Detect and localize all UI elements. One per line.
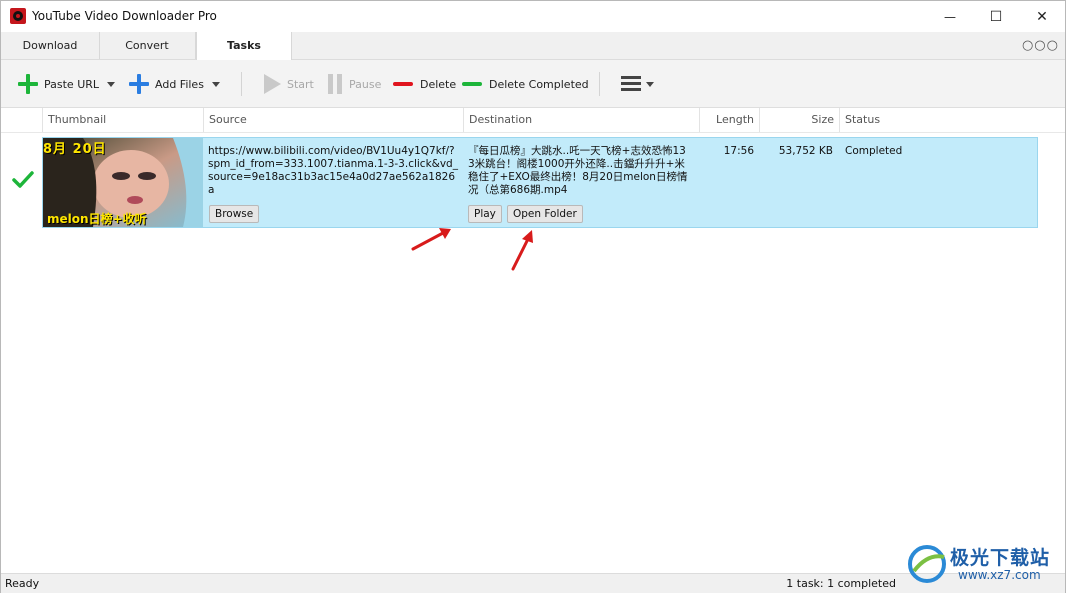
watermark-url: www.xz7.com bbox=[958, 568, 1041, 582]
column-header-destination[interactable]: Destination bbox=[463, 108, 699, 132]
add-files-label: Add Files bbox=[155, 77, 204, 91]
maximize-button[interactable]: ☐ bbox=[973, 1, 1019, 32]
video-thumbnail: 8月 20日 melon日榜+收听 bbox=[43, 138, 203, 227]
annotation-arrow-icon bbox=[511, 230, 533, 271]
minus-icon bbox=[393, 82, 413, 86]
delete-completed-label: Delete Completed bbox=[489, 77, 589, 91]
tab-tasks[interactable]: Tasks bbox=[196, 32, 292, 60]
hamburger-menu-icon bbox=[621, 76, 641, 92]
task-summary: 1 task: 1 completed bbox=[786, 577, 896, 590]
destination-filename: 『每日瓜榜』大跳水..吒一天飞榜+志效恐怖133米跳台！阁楼1000开外还降..… bbox=[468, 145, 688, 196]
minimize-button[interactable]: — bbox=[927, 1, 973, 32]
close-button[interactable]: ✕ bbox=[1019, 1, 1065, 32]
status-text: Ready bbox=[5, 577, 40, 590]
start-label: Start bbox=[287, 77, 314, 91]
minimize-icon: — bbox=[944, 9, 956, 24]
close-icon: ✕ bbox=[1036, 8, 1048, 25]
tab-download[interactable]: Download bbox=[1, 32, 100, 59]
app-window: YouTube Video Downloader Pro — ☐ ✕ Downl… bbox=[0, 0, 1066, 593]
open-folder-button[interactable]: Open Folder bbox=[507, 205, 583, 223]
column-header-source[interactable]: Source bbox=[203, 108, 463, 132]
table-row[interactable]: 8月 20日 melon日榜+收听 https://www.bilibili.c… bbox=[42, 137, 1038, 228]
column-header-size[interactable]: Size bbox=[759, 108, 839, 132]
paste-url-button[interactable]: Paste URL bbox=[18, 73, 99, 95]
app-logo-icon bbox=[10, 8, 26, 24]
tab-convert[interactable]: Convert bbox=[99, 32, 196, 59]
paste-url-label: Paste URL bbox=[44, 77, 100, 91]
browse-button[interactable]: Browse bbox=[209, 205, 260, 223]
pause-button[interactable]: Pause bbox=[327, 73, 381, 95]
chevron-down-icon bbox=[646, 81, 654, 87]
thumbnail-caption-bottom: melon日榜+收听 bbox=[47, 212, 147, 226]
plus-icon bbox=[18, 74, 38, 94]
minus-icon bbox=[462, 82, 482, 86]
pause-icon bbox=[327, 74, 343, 94]
add-files-button[interactable]: Add Files bbox=[129, 73, 204, 95]
plus-icon bbox=[129, 74, 149, 94]
start-button[interactable]: Start bbox=[264, 73, 314, 95]
window-title: YouTube Video Downloader Pro bbox=[32, 9, 217, 23]
column-header-status[interactable]: Status bbox=[839, 108, 1039, 132]
add-files-dropdown[interactable] bbox=[212, 73, 220, 95]
watermark-logo-icon bbox=[908, 545, 946, 583]
toolbar-divider bbox=[599, 72, 600, 96]
play-icon bbox=[264, 74, 281, 94]
paste-url-dropdown[interactable] bbox=[107, 73, 115, 95]
pause-label: Pause bbox=[349, 77, 382, 91]
annotation-arrow-icon bbox=[411, 228, 451, 251]
delete-label: Delete bbox=[420, 77, 457, 91]
delete-completed-button[interactable]: Delete Completed bbox=[462, 73, 589, 95]
maximize-icon: ☐ bbox=[989, 8, 1003, 25]
delete-button[interactable]: Delete bbox=[393, 73, 456, 95]
column-header-thumbnail[interactable]: Thumbnail bbox=[42, 108, 203, 132]
toolbar: Paste URL Add Files Start Pause Delete D… bbox=[1, 60, 1065, 108]
thumbnail-caption-top: 8月 20日 bbox=[43, 142, 107, 157]
column-header-length[interactable]: Length bbox=[699, 108, 759, 132]
tab-strip: Download Convert Tasks ○○○ bbox=[1, 32, 1065, 60]
more-options-icon[interactable]: ○○○ bbox=[1022, 38, 1059, 53]
play-button[interactable]: Play bbox=[468, 205, 502, 223]
watermark: 极光下载站 www.xz7.com bbox=[906, 541, 1062, 591]
chevron-down-icon bbox=[107, 81, 115, 87]
table-header: Thumbnail Source Destination Length Size… bbox=[1, 108, 1065, 133]
watermark-name: 极光下载站 bbox=[950, 547, 1051, 569]
checkmark-icon bbox=[12, 171, 34, 188]
title-bar: YouTube Video Downloader Pro — ☐ ✕ bbox=[1, 1, 1065, 32]
chevron-down-icon bbox=[212, 81, 220, 87]
source-url: https://www.bilibili.com/video/BV1Uu4y1Q… bbox=[208, 145, 458, 196]
length-value: 17:56 bbox=[723, 145, 754, 157]
toolbar-divider bbox=[241, 72, 242, 96]
menu-button[interactable] bbox=[621, 73, 654, 95]
status-value: Completed bbox=[845, 145, 903, 157]
size-value: 53,752 KB bbox=[778, 145, 833, 157]
